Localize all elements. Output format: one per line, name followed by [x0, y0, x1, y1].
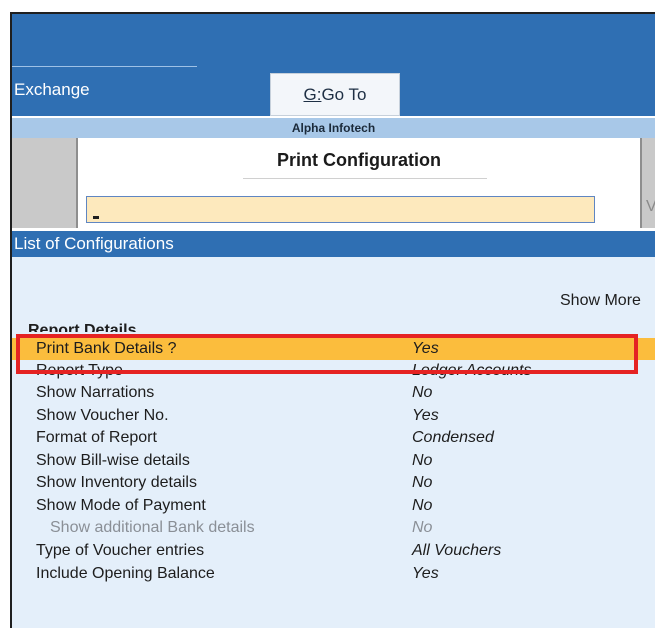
config-value: No — [412, 474, 433, 491]
config-row-show-additional-bank-details: Show additional Bank details No — [12, 517, 655, 539]
truncated-text-glyph: V — [646, 198, 655, 216]
config-label: Include Opening Balance — [36, 565, 215, 582]
config-row-format-of-report[interactable]: Format of Report Condensed — [12, 427, 655, 449]
config-value: No — [412, 497, 433, 514]
title-divider — [12, 66, 197, 67]
menu-item-exchange[interactable]: Exchange — [14, 80, 90, 100]
title-underline — [243, 178, 487, 179]
text-cursor — [93, 216, 99, 219]
list-header: List of Configurations — [12, 231, 655, 257]
configuration-search-input[interactable] — [86, 196, 595, 223]
highlight-annotation-box — [16, 334, 638, 374]
config-label: Show Narrations — [36, 384, 155, 401]
config-value: No — [412, 384, 433, 401]
config-label: Show Mode of Payment — [36, 497, 206, 514]
config-value: All Vouchers — [412, 542, 502, 559]
config-value: No — [412, 452, 433, 469]
config-label: Show additional Bank details — [50, 519, 255, 536]
title-bar — [12, 14, 655, 74]
config-row-show-narrations[interactable]: Show Narrations No — [12, 382, 655, 404]
company-name-bar: Alpha Infotech — [12, 118, 655, 138]
show-more-button[interactable]: Show More — [560, 292, 641, 310]
config-label: Format of Report — [36, 429, 157, 446]
section-title-report-details: Report Details — [28, 322, 137, 332]
config-value: No — [412, 519, 433, 536]
config-row-show-inventory-details[interactable]: Show Inventory details No — [12, 472, 655, 494]
config-value: Condensed — [412, 429, 494, 446]
config-label: Show Voucher No. — [36, 407, 169, 424]
config-value: Yes — [412, 565, 439, 582]
goto-button[interactable]: G:Go To — [270, 73, 400, 116]
config-row-show-bill-wise-details[interactable]: Show Bill-wise details No — [12, 450, 655, 472]
config-row-include-opening-balance[interactable]: Include Opening Balance Yes — [12, 563, 655, 585]
goto-label: Go To — [321, 85, 367, 104]
config-label: Show Bill-wise details — [36, 452, 190, 469]
app-window: Exchange G:Go To Alpha Infotech V Print … — [10, 12, 655, 628]
config-row-type-of-voucher-entries[interactable]: Type of Voucher entries All Vouchers — [12, 540, 655, 562]
config-label: Type of Voucher entries — [36, 542, 205, 559]
print-configuration-dialog: Print Configuration — [78, 138, 640, 228]
dialog-title: Print Configuration — [277, 150, 441, 170]
panel-divider-right — [640, 138, 642, 228]
config-label: Show Inventory details — [36, 474, 197, 491]
config-row-show-voucher-no[interactable]: Show Voucher No. Yes — [12, 405, 655, 427]
config-row-show-mode-of-payment[interactable]: Show Mode of Payment No — [12, 495, 655, 517]
config-value: Yes — [412, 407, 439, 424]
goto-shortcut-key: G: — [303, 85, 322, 104]
